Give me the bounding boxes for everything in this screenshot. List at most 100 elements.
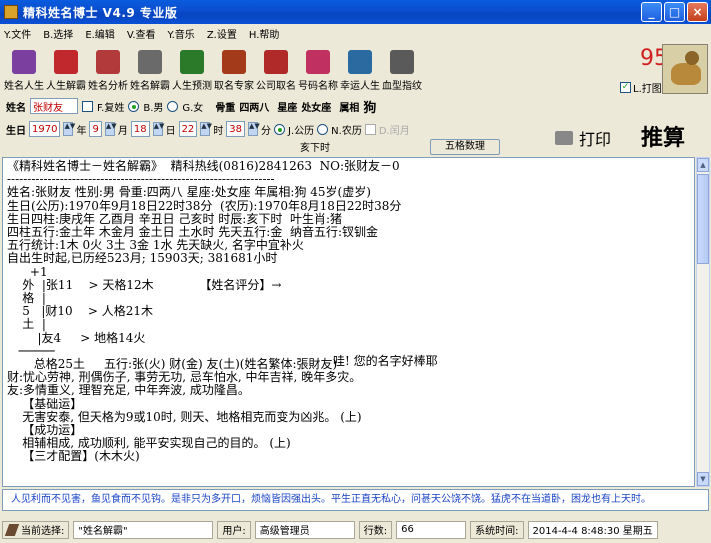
print-image-checkbox[interactable]: ✓ L.打图 [620, 80, 662, 95]
year-input[interactable]: 1970 [29, 121, 61, 137]
folder-icon [138, 50, 162, 74]
toolbar-button-2[interactable]: 姓名分析 [87, 42, 129, 96]
male-radio[interactable] [128, 100, 140, 112]
book-icon [96, 50, 120, 74]
score-callout: 哇! 您的名字好棒耶 [333, 353, 438, 368]
result-line: 自出生时起,已历经523月; 15903天; 381681小时 [7, 251, 278, 266]
books-icon [180, 50, 204, 74]
result-textarea[interactable]: 《精科姓名博士－姓名解霸》 精科热线(0816)2841263 NO:张财友－0… [2, 157, 695, 487]
maximize-button[interactable]: □ [664, 2, 685, 22]
year-unit: 年 [76, 125, 87, 137]
status-user-value: 高级管理员 [254, 520, 355, 539]
result-line: |友4 > 地格14火 [7, 330, 146, 345]
minute-input[interactable]: 38 [226, 121, 246, 137]
print-button-label: 打印 [579, 130, 612, 149]
book-icon [306, 50, 330, 74]
minute-unit: 分 [261, 125, 272, 137]
month-spinner[interactable]: ▲▼ [104, 122, 117, 136]
name-input[interactable]: 张财友 [30, 98, 78, 114]
day-spinner[interactable]: ▲▼ [152, 122, 164, 136]
month-input[interactable]: 9 [89, 121, 102, 137]
wuge-button[interactable]: 五格数理 [430, 139, 500, 155]
print-image-label: L.打图 [633, 84, 662, 95]
toolbar-button-label: 号码名称 [298, 81, 338, 92]
female-radio[interactable] [167, 100, 179, 112]
menu-settings[interactable]: Z.设置 [207, 26, 237, 41]
toolbar-button-6[interactable]: 公司取名 [255, 42, 297, 96]
shichen-text: 亥下时 [300, 143, 330, 154]
hour-unit: 时 [213, 125, 224, 137]
toolbar-button-9[interactable]: 血型指纹 [381, 42, 423, 96]
stack-icon [54, 50, 78, 74]
app-icon [4, 5, 18, 19]
menu-music[interactable]: Y.音乐 [168, 26, 195, 41]
toolbar-button-8[interactable]: 幸运人生 [339, 42, 381, 96]
toolbar-button-label: 公司取名 [256, 81, 296, 92]
hour-input[interactable]: 22 [178, 121, 198, 137]
proverb-ticker: 人见利而不见害，鱼见食而不见钩。是非只为多开口，烦恼皆因强出头。平生正直无私心，… [2, 489, 709, 511]
toolbar-button-label: 姓名解霸 [130, 81, 170, 92]
bone-weight-value: 四两八 [239, 102, 270, 114]
calculate-button[interactable]: 推算 [641, 120, 685, 152]
toolbar-button-label: 人生解霸 [46, 81, 86, 92]
status-current-label: 当前选择: [2, 520, 70, 539]
menu-bar: Y.文件 B.选择 E.编辑 V.查看 Y.音乐 Z.设置 H.帮助 [0, 24, 711, 42]
result-line: 姓名:张财友 性别:男 骨重:四两八 星座:处女座 年属相:狗 45岁(虚岁) [7, 185, 371, 200]
menu-select[interactable]: B.选择 [43, 26, 73, 41]
day-input[interactable]: 18 [130, 121, 150, 137]
pen-icon [4, 523, 20, 536]
toolbar-button-4[interactable]: 人生预测 [171, 42, 213, 96]
result-line: 《精科姓名博士－姓名解霸》 精科热线(0816)2841263 NO:张财友－0 [7, 159, 400, 173]
fuxing-checkbox[interactable] [82, 100, 93, 112]
toolbar-button-label: 取名专家 [214, 81, 254, 92]
status-current-value: "姓名解霸" [73, 520, 214, 539]
star-label: 星座 [277, 102, 298, 114]
month-unit: 月 [117, 125, 128, 137]
scroll-thumb[interactable] [697, 174, 709, 264]
status-bar: 当前选择: "姓名解霸" 用户: 高级管理员 行数: 66 系统时间: 2014… [0, 516, 711, 543]
minute-spinner[interactable]: ▲▼ [248, 122, 260, 136]
toolbar-button-label: 姓名人生 [4, 81, 44, 92]
toolbar-button-1[interactable]: 人生解霸 [45, 42, 87, 96]
title-bar: 精科姓名博士 V4.9 专业版 _ □ × [0, 0, 711, 24]
result-line: 无害安泰, 但天格为9或10时, 则天、地格相克而变为凶兆。 (上) [7, 409, 362, 424]
menu-file[interactable]: Y.文件 [4, 26, 31, 41]
print-button[interactable]: 打印 [555, 126, 611, 150]
leap-checkbox[interactable] [364, 123, 376, 135]
toolbar-button-label: 血型指纹 [382, 81, 422, 92]
menu-view[interactable]: V.查看 [127, 26, 156, 41]
book-icon [348, 50, 372, 74]
stack-icon [264, 50, 288, 74]
status-time-value: 2014-4-4 8:48:30 星期五 [527, 520, 658, 539]
fuxing-label: F.复姓 [97, 102, 125, 114]
result-line: 生日(公历):1970年9月18日22时38分 (农历):1970年8月18日2… [7, 198, 402, 213]
minimize-button[interactable]: _ [641, 2, 662, 22]
female-label: G.女 [182, 102, 204, 114]
hour-spinner[interactable]: ▲▼ [200, 122, 212, 136]
checkbox-icon: ✓ [620, 82, 631, 93]
solar-label: J.公历 [288, 125, 315, 137]
year-spinner[interactable]: ▲▼ [63, 122, 75, 136]
toolbar-button-3[interactable]: 姓名解霸 [129, 42, 171, 96]
result-line: 【三才配置】(木木火) [7, 449, 140, 464]
birth-label: 生日 [6, 125, 26, 137]
solar-radio[interactable] [274, 123, 286, 135]
vertical-scrollbar[interactable]: ▲ ▼ [696, 157, 710, 487]
menu-help[interactable]: H.帮助 [249, 26, 280, 41]
dog-image [662, 44, 708, 94]
scroll-down-icon[interactable]: ▼ [697, 472, 709, 486]
menu-edit[interactable]: E.编辑 [85, 26, 115, 41]
scroll-up-icon[interactable]: ▲ [697, 158, 709, 172]
toolbar-button-label: 幸运人生 [340, 81, 380, 92]
binder-icon [390, 50, 414, 74]
result-line: 5 |财10 > 人格21木 [7, 304, 154, 319]
close-button[interactable]: × [687, 2, 708, 22]
male-label: B.男 [143, 102, 164, 114]
lunar-radio[interactable] [317, 123, 329, 135]
toolbar-button-0[interactable]: 姓名人生 [3, 42, 45, 96]
toolbar-button-5[interactable]: 取名专家 [213, 42, 255, 96]
toolbar-button-7[interactable]: 号码名称 [297, 42, 339, 96]
result-line: 土 | [7, 317, 46, 332]
name-label: 姓名 [6, 102, 26, 114]
result-line: 相辅相成, 成功顺利, 能平安实现自己的目的。 (上) [7, 436, 291, 451]
